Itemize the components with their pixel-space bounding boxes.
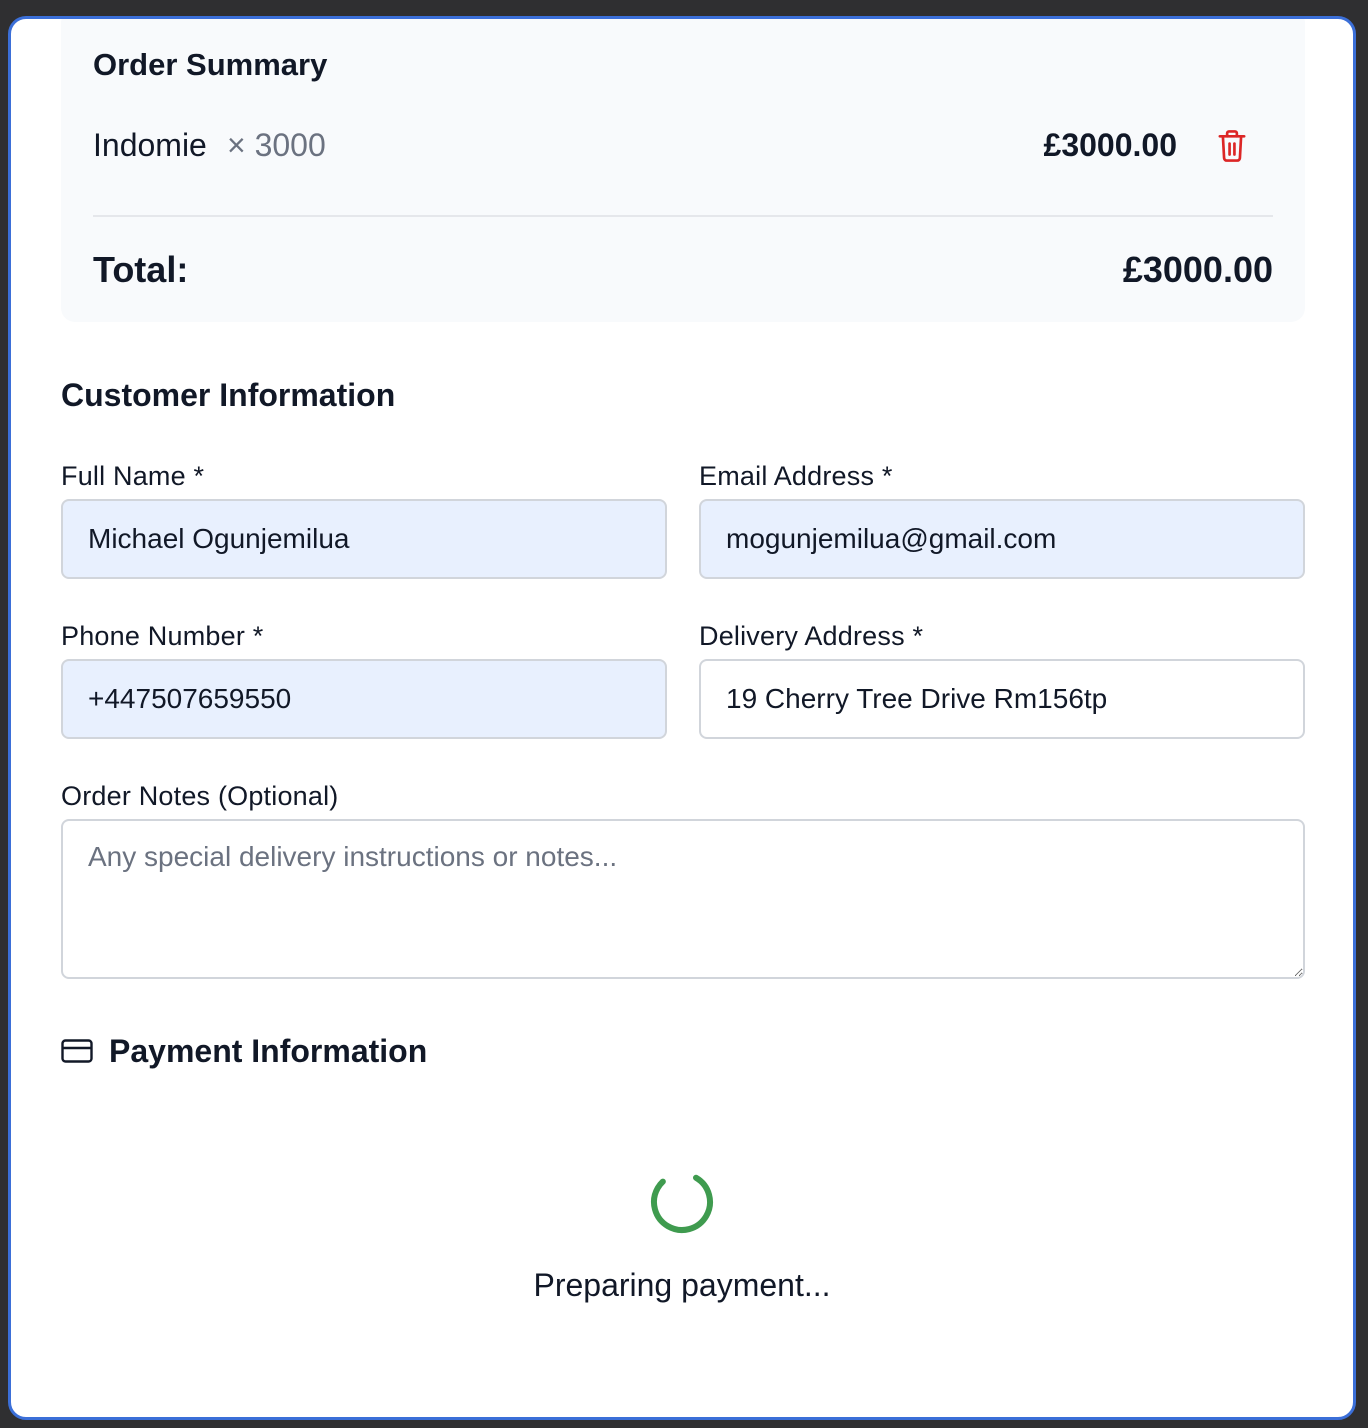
- full-name-input[interactable]: [61, 499, 667, 579]
- payment-info-title: Payment Information: [109, 1033, 428, 1069]
- total-value: £3000.00: [1122, 249, 1273, 290]
- email-label: Email Address *: [699, 461, 893, 491]
- phone-label: Phone Number *: [61, 621, 264, 651]
- summary-divider: [93, 215, 1273, 217]
- trash-icon: [1218, 130, 1246, 162]
- total-label: Total:: [93, 249, 189, 290]
- preparing-payment-text: Preparing payment...: [533, 1267, 831, 1303]
- item-quantity: × 3000: [227, 127, 326, 163]
- order-summary-card: Order Summary Indomie × 3000 £3000.00 To…: [61, 19, 1305, 322]
- email-input[interactable]: [699, 499, 1305, 579]
- item-price: £3000.00: [1043, 127, 1177, 163]
- loading-spinner-icon: [651, 1171, 713, 1233]
- delivery-address-label: Delivery Address *: [699, 621, 924, 651]
- customer-info-title: Customer Information: [61, 377, 396, 413]
- item-name: Indomie: [93, 127, 207, 163]
- checkout-modal: Order Summary Indomie × 3000 £3000.00 To…: [8, 16, 1356, 1420]
- order-notes-label: Order Notes (Optional): [61, 781, 339, 811]
- phone-input[interactable]: [61, 659, 667, 739]
- order-summary-title: Order Summary: [93, 47, 328, 82]
- full-name-label: Full Name *: [61, 461, 205, 491]
- order-notes-textarea[interactable]: [61, 819, 1305, 979]
- remove-item-button[interactable]: [1215, 127, 1249, 165]
- delivery-address-input[interactable]: [699, 659, 1305, 739]
- credit-card-icon: [61, 1039, 93, 1063]
